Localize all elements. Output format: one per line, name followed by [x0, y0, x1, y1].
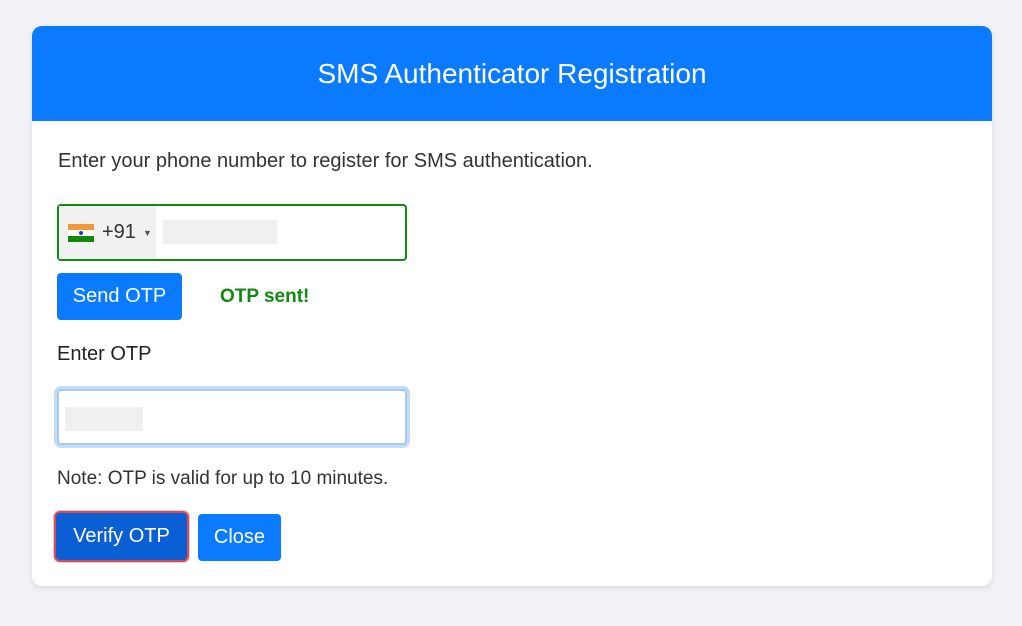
otp-validity-note: Note: OTP is valid for up to 10 minutes.: [57, 468, 389, 489]
intro-text: Enter your phone number to register for …: [58, 150, 593, 172]
registration-card: SMS Authenticator Registration Enter you…: [32, 26, 992, 586]
otp-field: [57, 389, 407, 445]
phone-field: +91 ▼: [57, 204, 407, 261]
otp-input[interactable]: [59, 391, 405, 443]
caret-down-icon: ▼: [142, 227, 152, 238]
dial-code: +91: [102, 221, 136, 243]
send-otp-button[interactable]: Send OTP: [57, 273, 182, 320]
verify-otp-button[interactable]: Verify OTP: [56, 513, 187, 560]
india-flag-icon: [68, 223, 94, 242]
otp-label: Enter OTP: [57, 343, 152, 365]
page-title: SMS Authenticator Registration: [317, 57, 707, 89]
card-header: SMS Authenticator Registration: [32, 26, 992, 121]
phone-number-input[interactable]: [162, 206, 402, 259]
country-selector[interactable]: +91 ▼: [59, 206, 156, 259]
close-button[interactable]: Close: [198, 514, 281, 561]
otp-sent-status: OTP sent!: [220, 286, 310, 307]
